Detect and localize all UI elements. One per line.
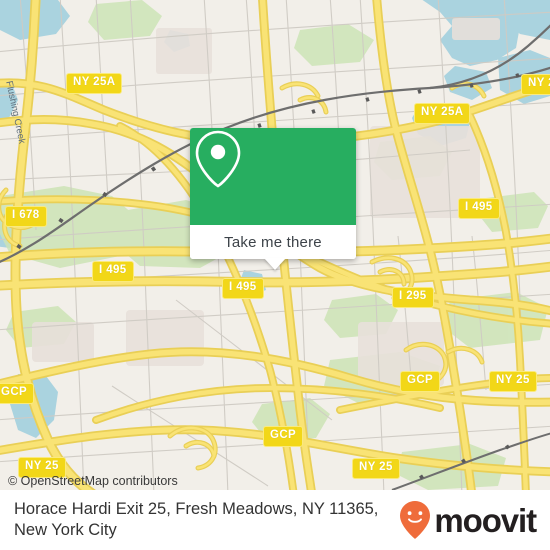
popup-header [190, 128, 356, 225]
road-shield: NY 25 [521, 74, 550, 95]
location-popup-card[interactable]: Take me there [190, 128, 356, 270]
map-canvas[interactable]: NY 25A NY 25A NY 25 I 678 I 495 I 495 I 495 I 2… [0, 0, 550, 490]
take-me-there-button[interactable]: Take me there [190, 225, 356, 259]
caption-line-2: New York City [14, 521, 117, 539]
moovit-wordmark: moovit [434, 501, 537, 539]
road-shield: I 678 [5, 206, 47, 227]
road-shield: GCP [263, 426, 304, 447]
caption-line-1: Horace Hardi Exit 25, Fresh Meadows, NY … [14, 500, 379, 518]
moovit-brand: moovit [399, 500, 537, 540]
road-shield: NY 25 [489, 371, 537, 392]
moovit-smiley-pin-icon [400, 501, 431, 539]
map-pin-icon [195, 130, 241, 188]
road-shield: GCP [400, 371, 441, 392]
popup-pointer [264, 258, 286, 270]
caption-bar: Horace Hardi Exit 25, Fresh Meadows, NY … [0, 490, 550, 550]
osm-attribution[interactable]: © OpenStreetMap contributors [8, 474, 178, 488]
road-shield: NY 25A [66, 73, 123, 94]
road-shield: I 495 [92, 261, 134, 282]
road-shield: I 295 [392, 287, 434, 308]
take-me-there-label: Take me there [224, 233, 322, 251]
road-shield: I 495 [458, 198, 500, 219]
location-caption: Horace Hardi Exit 25, Fresh Meadows, NY … [14, 499, 378, 541]
road-shield: NY 25A [414, 103, 471, 124]
road-shield: GCP [0, 383, 35, 404]
road-shield: NY 25 [352, 458, 400, 479]
moovit-location-card: NY 25A NY 25A NY 25 I 678 I 495 I 495 I 495 I 2… [0, 0, 550, 550]
road-shield: I 495 [222, 278, 264, 299]
